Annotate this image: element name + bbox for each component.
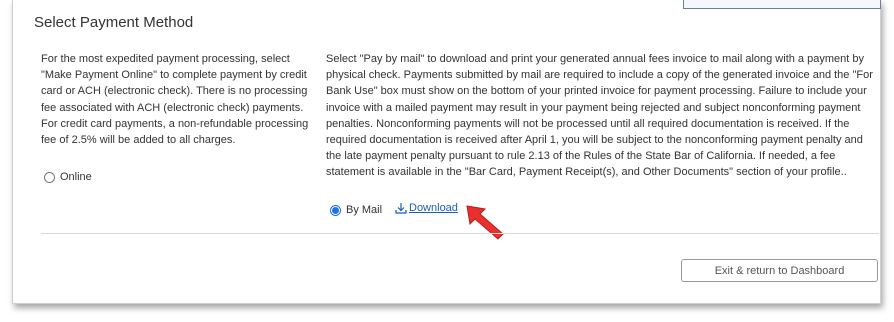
by-mail-radio-label: By Mail — [346, 204, 383, 216]
online-radio-label: Online — [60, 171, 92, 183]
download-link-label: Download — [409, 202, 458, 214]
online-radio-button[interactable] — [44, 171, 55, 183]
by-mail-radio-option[interactable]: By Mail — [330, 204, 382, 216]
online-option-description: For the most expedited payment processin… — [41, 53, 309, 147]
section-title: Select Payment Method — [34, 14, 194, 31]
payment-method-panel: Select Payment Method For the most exped… — [12, 0, 881, 304]
by-mail-radio-button[interactable] — [330, 204, 341, 216]
online-radio-option[interactable]: Online — [44, 171, 92, 183]
mail-option-description: Select "Pay by mail" to download and pri… — [326, 53, 873, 179]
download-link[interactable]: Download — [395, 202, 458, 214]
download-icon — [395, 202, 407, 214]
section-divider — [41, 233, 879, 234]
exit-return-dashboard-button[interactable]: Exit & return to Dashboard — [681, 259, 878, 282]
annotation-arrow-icon — [466, 205, 504, 240]
top-partial-box — [683, 0, 881, 9]
